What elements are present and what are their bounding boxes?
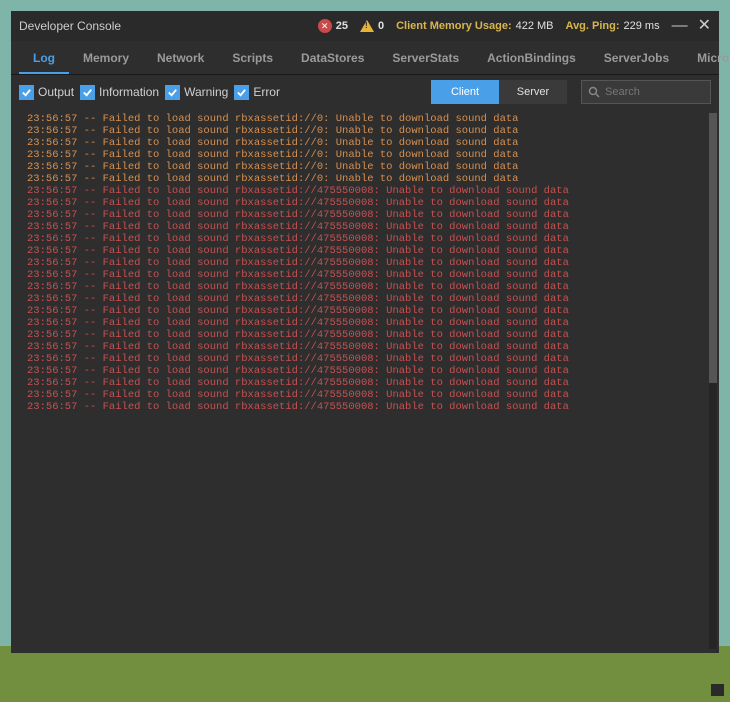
log-line: 23:56:57 -- Failed to load sound rbxasse… [11, 341, 719, 353]
close-button[interactable]: ✕ [698, 18, 711, 34]
log-line: 23:56:57 -- Failed to load sound rbxasse… [11, 377, 719, 389]
log-line: 23:56:57 -- Failed to load sound rbxasse… [11, 137, 719, 149]
tab-datastores[interactable]: DataStores [287, 42, 378, 74]
developer-console-window: Developer Console ✕ 25 0 Client Memory U… [11, 11, 719, 653]
filter-warning-label: Warning [184, 85, 228, 99]
log-line: 23:56:57 -- Failed to load sound rbxasse… [11, 269, 719, 281]
error-icon: ✕ [318, 19, 332, 33]
log-line: 23:56:57 -- Failed to load sound rbxasse… [11, 353, 719, 365]
filter-output[interactable]: Output [19, 85, 74, 100]
log-output-area: 23:56:57 -- Failed to load sound rbxasse… [11, 109, 719, 653]
log-line: 23:56:57 -- Failed to load sound rbxasse… [11, 161, 719, 173]
tab-bar: Log Memory Network Scripts DataStores Se… [11, 41, 719, 75]
warning-count: 0 [378, 20, 384, 32]
filter-error-label: Error [253, 85, 280, 99]
error-count-group: ✕ 25 [318, 19, 348, 33]
toggle-client[interactable]: Client [431, 80, 499, 104]
filter-information[interactable]: Information [80, 85, 159, 100]
minimize-button[interactable]: — [672, 18, 688, 34]
memory-value: 422 MB [516, 20, 554, 32]
ping-value: 229 ms [624, 20, 660, 32]
memory-label: Client Memory Usage: [396, 20, 512, 32]
resize-handle[interactable] [711, 684, 724, 696]
log-line: 23:56:57 -- Failed to load sound rbxasse… [11, 209, 719, 221]
log-line: 23:56:57 -- Failed to load sound rbxasse… [11, 389, 719, 401]
log-line: 23:56:57 -- Failed to load sound rbxasse… [11, 185, 719, 197]
tab-actionbindings[interactable]: ActionBindings [473, 42, 590, 74]
log-line: 23:56:57 -- Failed to load sound rbxasse… [11, 149, 719, 161]
checkbox-warning[interactable] [165, 85, 180, 100]
log-line: 23:56:57 -- Failed to load sound rbxasse… [11, 305, 719, 317]
log-line: 23:56:57 -- Failed to load sound rbxasse… [11, 317, 719, 329]
log-line: 23:56:57 -- Failed to load sound rbxasse… [11, 173, 719, 185]
search-icon [588, 86, 600, 98]
tab-log[interactable]: Log [19, 42, 69, 74]
log-line: 23:56:57 -- Failed to load sound rbxasse… [11, 257, 719, 269]
titlebar: Developer Console ✕ 25 0 Client Memory U… [11, 11, 719, 41]
search-box[interactable] [581, 80, 711, 104]
log-line: 23:56:57 -- Failed to load sound rbxasse… [11, 197, 719, 209]
warning-icon [360, 20, 374, 32]
filter-output-label: Output [38, 85, 74, 99]
ping-label: Avg. Ping: [566, 20, 620, 32]
toggle-server[interactable]: Server [499, 80, 567, 104]
checkbox-output[interactable] [19, 85, 34, 100]
log-line: 23:56:57 -- Failed to load sound rbxasse… [11, 281, 719, 293]
warning-count-group: 0 [360, 20, 384, 32]
error-count: 25 [336, 20, 348, 32]
log-line: 23:56:57 -- Failed to load sound rbxasse… [11, 401, 719, 413]
tab-serverjobs[interactable]: ServerJobs [590, 42, 683, 74]
checkbox-error[interactable] [234, 85, 249, 100]
filter-information-label: Information [99, 85, 159, 99]
filter-bar: Output Information Warning Error Client … [11, 75, 719, 109]
log-line: 23:56:57 -- Failed to load sound rbxasse… [11, 365, 719, 377]
log-line: 23:56:57 -- Failed to load sound rbxasse… [11, 245, 719, 257]
checkbox-information[interactable] [80, 85, 95, 100]
log-line: 23:56:57 -- Failed to load sound rbxasse… [11, 113, 719, 125]
log-line: 23:56:57 -- Failed to load sound rbxasse… [11, 125, 719, 137]
filter-warning[interactable]: Warning [165, 85, 228, 100]
tab-microprofiler[interactable]: MicroProfiler [683, 42, 730, 74]
scrollbar-track[interactable] [709, 113, 717, 649]
client-server-toggle: Client Server [431, 80, 567, 104]
tab-serverstats[interactable]: ServerStats [378, 42, 473, 74]
log-line: 23:56:57 -- Failed to load sound rbxasse… [11, 293, 719, 305]
log-line: 23:56:57 -- Failed to load sound rbxasse… [11, 233, 719, 245]
tab-scripts[interactable]: Scripts [218, 42, 287, 74]
filter-error[interactable]: Error [234, 85, 280, 100]
tab-network[interactable]: Network [143, 42, 218, 74]
tab-memory[interactable]: Memory [69, 42, 143, 74]
log-line: 23:56:57 -- Failed to load sound rbxasse… [11, 329, 719, 341]
window-controls: — ✕ [672, 18, 711, 34]
window-title: Developer Console [19, 19, 121, 33]
memory-usage-group: Client Memory Usage: 422 MB [396, 20, 553, 32]
ping-group: Avg. Ping: 229 ms [566, 20, 660, 32]
search-input[interactable] [605, 86, 704, 98]
log-line: 23:56:57 -- Failed to load sound rbxasse… [11, 221, 719, 233]
scrollbar-thumb[interactable] [709, 113, 717, 383]
